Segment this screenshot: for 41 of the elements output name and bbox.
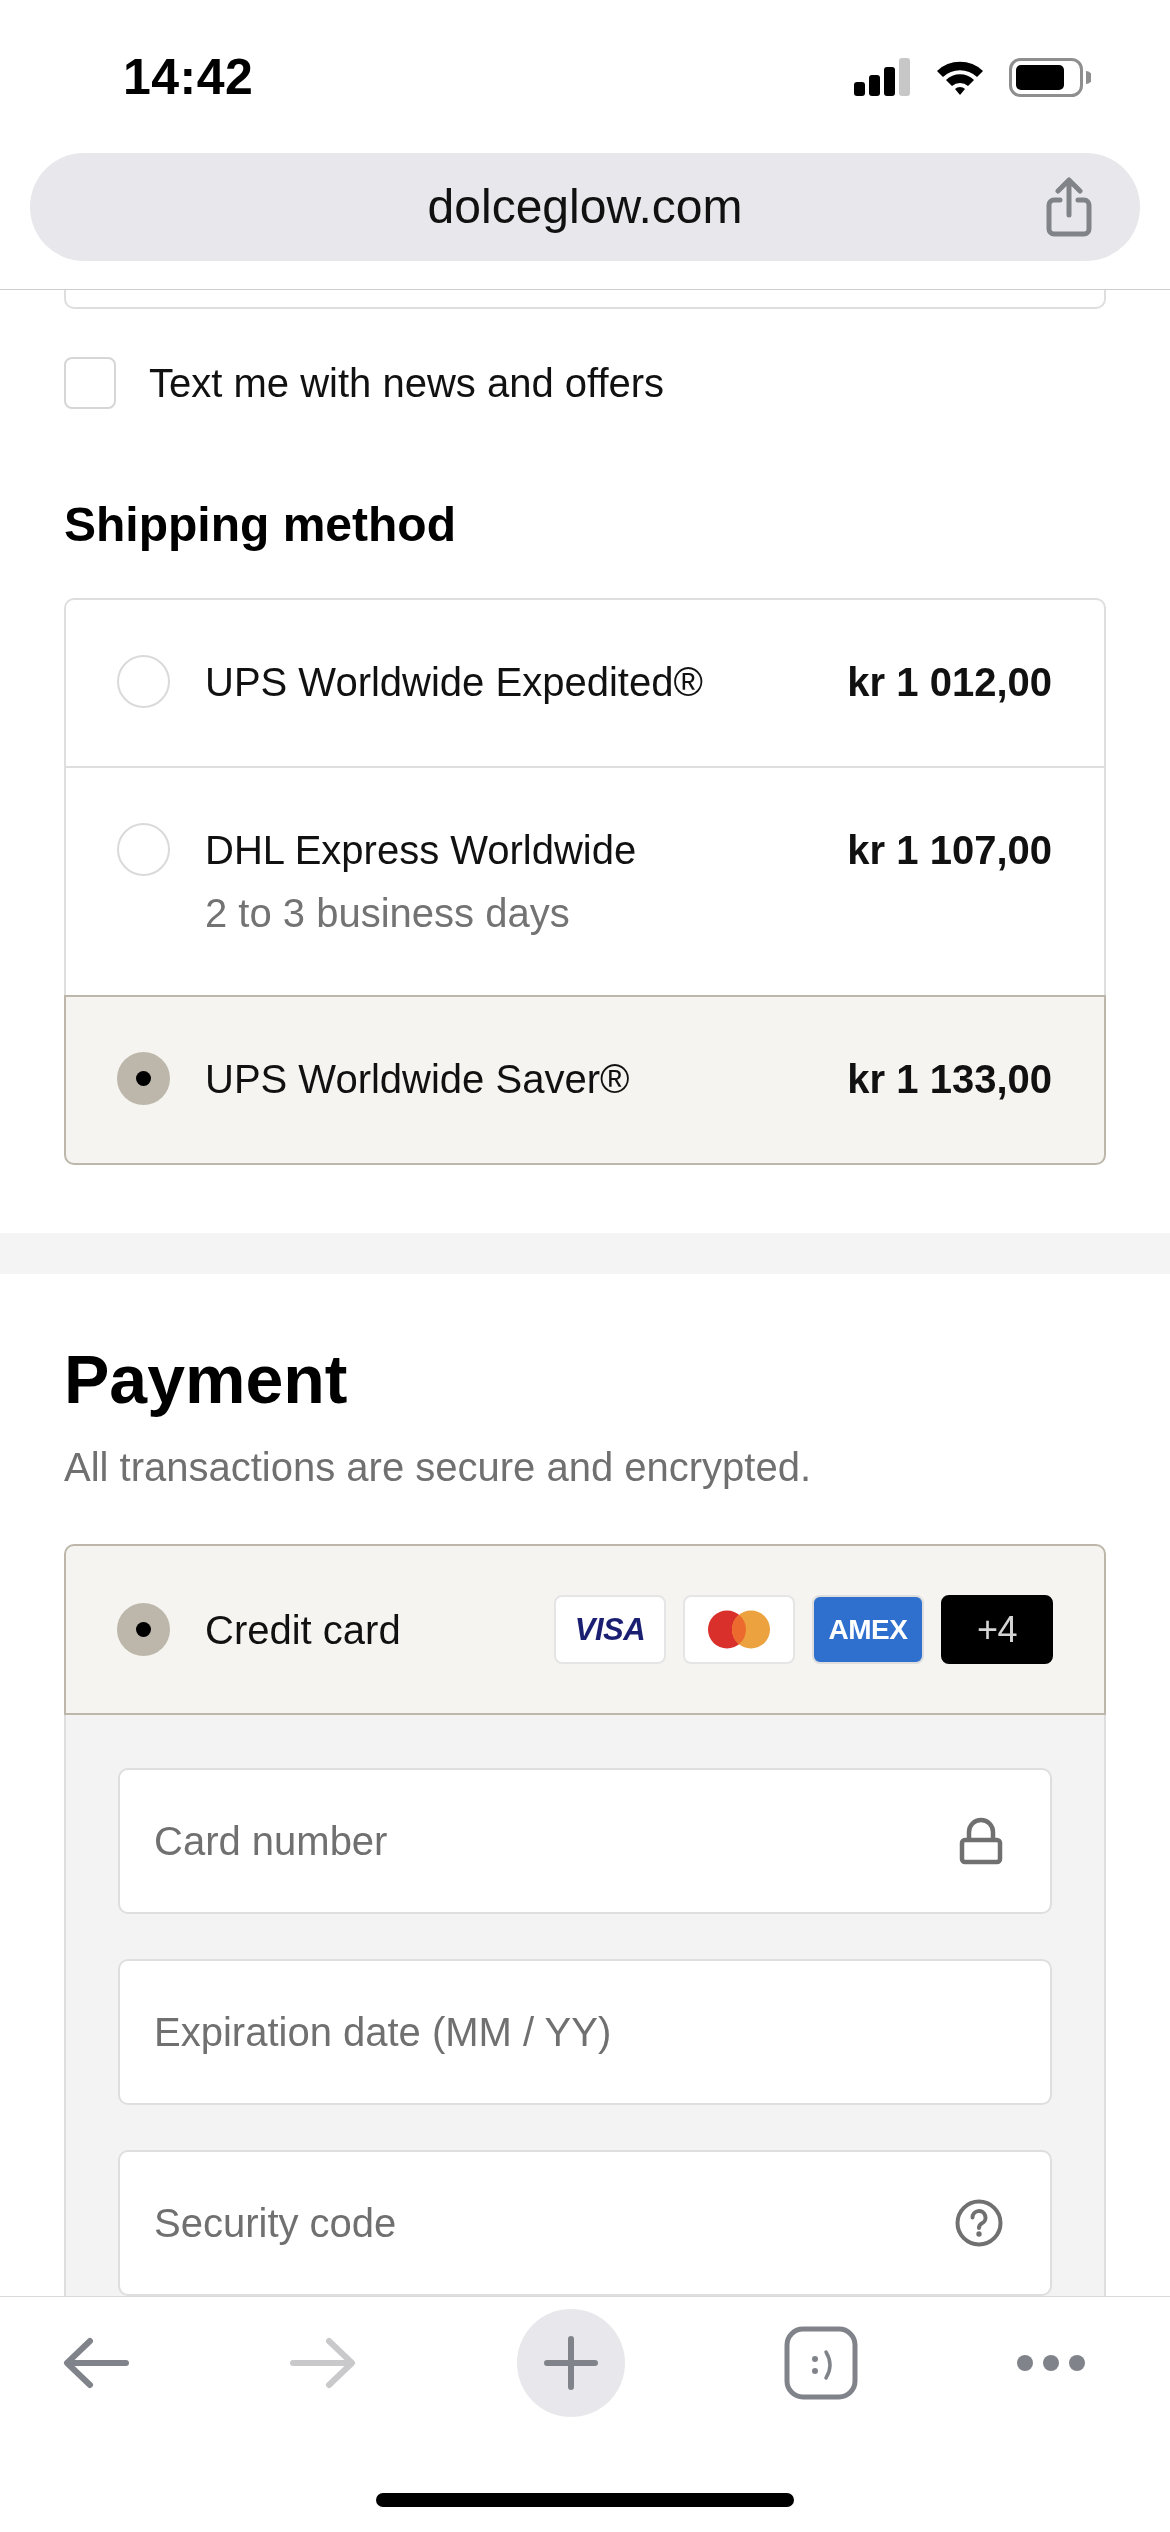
checkbox-label: Text me with news and offers	[149, 360, 665, 407]
smiley-square-icon[interactable]	[783, 2326, 858, 2400]
option-price: kr 1 107,00	[847, 827, 1052, 874]
more-cards-badge: +4	[941, 1595, 1053, 1664]
option-name: DHL Express Worldwide	[205, 827, 638, 874]
radio-button[interactable]	[117, 1603, 170, 1656]
share-button[interactable]	[1045, 177, 1093, 237]
option-price: kr 1 012,00	[847, 659, 1052, 706]
battery-icon	[1009, 57, 1091, 97]
input-field[interactable]: Expiration date (MM / YY)	[118, 1959, 1052, 2105]
shipping-option[interactable]: DHL Express Worldwide 2 to 3 business days kr 1 107,00	[64, 766, 1106, 997]
help-icon[interactable]	[955, 2199, 1003, 2247]
option-price: kr 1 133,00	[847, 1056, 1052, 1103]
input-field[interactable]: Card number	[118, 1768, 1052, 1914]
lock-icon	[959, 1817, 1003, 1865]
circles-logo-icon	[683, 1595, 795, 1664]
status-time: 14:42	[123, 48, 254, 107]
section-heading: Payment	[64, 1340, 349, 1419]
shipping-option[interactable]: UPS Worldwide Expedited® kr 1 012,00	[64, 598, 1106, 768]
checkbox[interactable]	[64, 357, 116, 409]
option-detail: 2 to 3 business days	[205, 890, 571, 937]
section-heading: Shipping method	[64, 497, 457, 553]
url-text: dolceglow.com	[427, 179, 743, 235]
more-icon[interactable]	[1017, 2355, 1085, 2371]
input-field[interactable]	[64, 290, 1106, 309]
address-bar[interactable]: dolceglow.com	[30, 153, 1140, 261]
option-name: UPS Worldwide Expedited®	[205, 659, 704, 706]
signal-icon	[854, 58, 911, 96]
shipping-option[interactable]: UPS Worldwide Saver® kr 1 133,00	[64, 995, 1106, 1165]
section-subtitle: All transactions are secure and encrypted.	[64, 1444, 813, 1491]
visa-logo: VISA	[554, 1595, 666, 1664]
amex-logo: AMEX	[812, 1595, 924, 1664]
option-name: UPS Worldwide Saver®	[205, 1056, 631, 1103]
back-arrow-icon[interactable]	[62, 2336, 130, 2390]
input-field[interactable]: Security code	[118, 2150, 1052, 2296]
radio-button[interactable]	[117, 655, 170, 708]
radio-button[interactable]	[117, 1052, 170, 1105]
option-label: Credit card	[205, 1606, 402, 1654]
share-icon	[1045, 177, 1093, 237]
radio-button[interactable]	[117, 823, 170, 876]
payment-option[interactable]: Credit card VISA AMEX +4	[64, 1544, 1106, 1715]
